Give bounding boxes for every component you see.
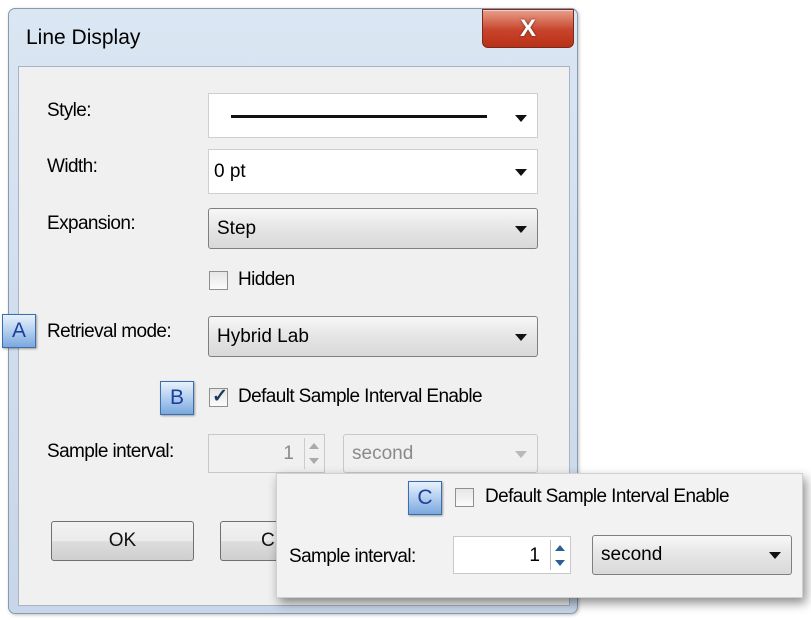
chevron-down-icon xyxy=(515,450,527,458)
solid-line-swatch-icon xyxy=(231,115,487,118)
chevron-down-icon xyxy=(769,552,781,559)
style-label: Style: xyxy=(47,100,92,121)
inset-spinner[interactable] xyxy=(550,540,568,570)
spin-up-icon xyxy=(554,544,565,551)
style-dropdown[interactable] xyxy=(208,93,538,138)
inset-default-sample-interval-checkbox[interactable] xyxy=(455,488,474,507)
close-x-icon: X xyxy=(519,14,536,42)
checkmark-icon: ✓ xyxy=(212,386,228,407)
retrieval-mode-value: Hybrid Lab xyxy=(217,325,309,347)
default-sample-interval-checkbox[interactable]: ✓ xyxy=(209,386,228,407)
ok-button[interactable]: OK xyxy=(51,521,194,561)
inset-sample-interval-label: Sample interval: xyxy=(289,546,416,567)
width-label: Width: xyxy=(47,156,98,177)
inset-sample-interval-value: 1 xyxy=(529,545,540,566)
hidden-checkbox[interactable] xyxy=(209,271,228,290)
dialog-title: Line Display xyxy=(26,26,141,49)
sample-interval-label: Sample interval: xyxy=(47,441,174,462)
retrieval-mode-label: Retrieval mode: xyxy=(47,321,172,342)
inset-default-sample-interval-label: Default Sample Interval Enable xyxy=(485,486,730,507)
spinner[interactable] xyxy=(304,438,322,469)
inset-unit-value: second xyxy=(601,544,663,565)
inset-unit-dropdown[interactable]: second xyxy=(592,535,792,575)
width-dropdown[interactable]: 0 pt xyxy=(208,149,538,194)
inset-sample-interval-spinbox[interactable]: 1 xyxy=(453,536,571,574)
callout-b-badge: B xyxy=(160,381,194,415)
callout-a-badge: A xyxy=(2,314,36,348)
sample-interval-spinbox[interactable]: 1 xyxy=(208,434,325,473)
spin-up-icon xyxy=(308,442,319,449)
expansion-label: Expansion: xyxy=(47,213,136,234)
default-sample-interval-label: Default Sample Interval Enable xyxy=(238,386,483,407)
hidden-label: Hidden xyxy=(238,269,295,290)
retrieval-mode-dropdown[interactable]: Hybrid Lab xyxy=(208,316,538,357)
expansion-value: Step xyxy=(217,217,257,239)
chevron-down-icon xyxy=(515,114,527,122)
sample-interval-value: 1 xyxy=(283,443,294,464)
expansion-dropdown[interactable]: Step xyxy=(208,208,538,249)
spin-down-icon xyxy=(554,559,565,566)
sample-interval-unit-dropdown[interactable]: second xyxy=(343,434,538,473)
cancel-button-label: C xyxy=(261,530,275,551)
chevron-down-icon xyxy=(515,225,527,233)
close-button[interactable]: X xyxy=(482,9,574,48)
sample-interval-unit: second xyxy=(352,442,414,464)
callout-c-badge: C xyxy=(408,481,442,515)
spin-down-icon xyxy=(308,458,319,465)
width-value: 0 pt xyxy=(214,160,246,182)
chevron-down-icon xyxy=(515,168,527,176)
chevron-down-icon xyxy=(515,333,527,341)
